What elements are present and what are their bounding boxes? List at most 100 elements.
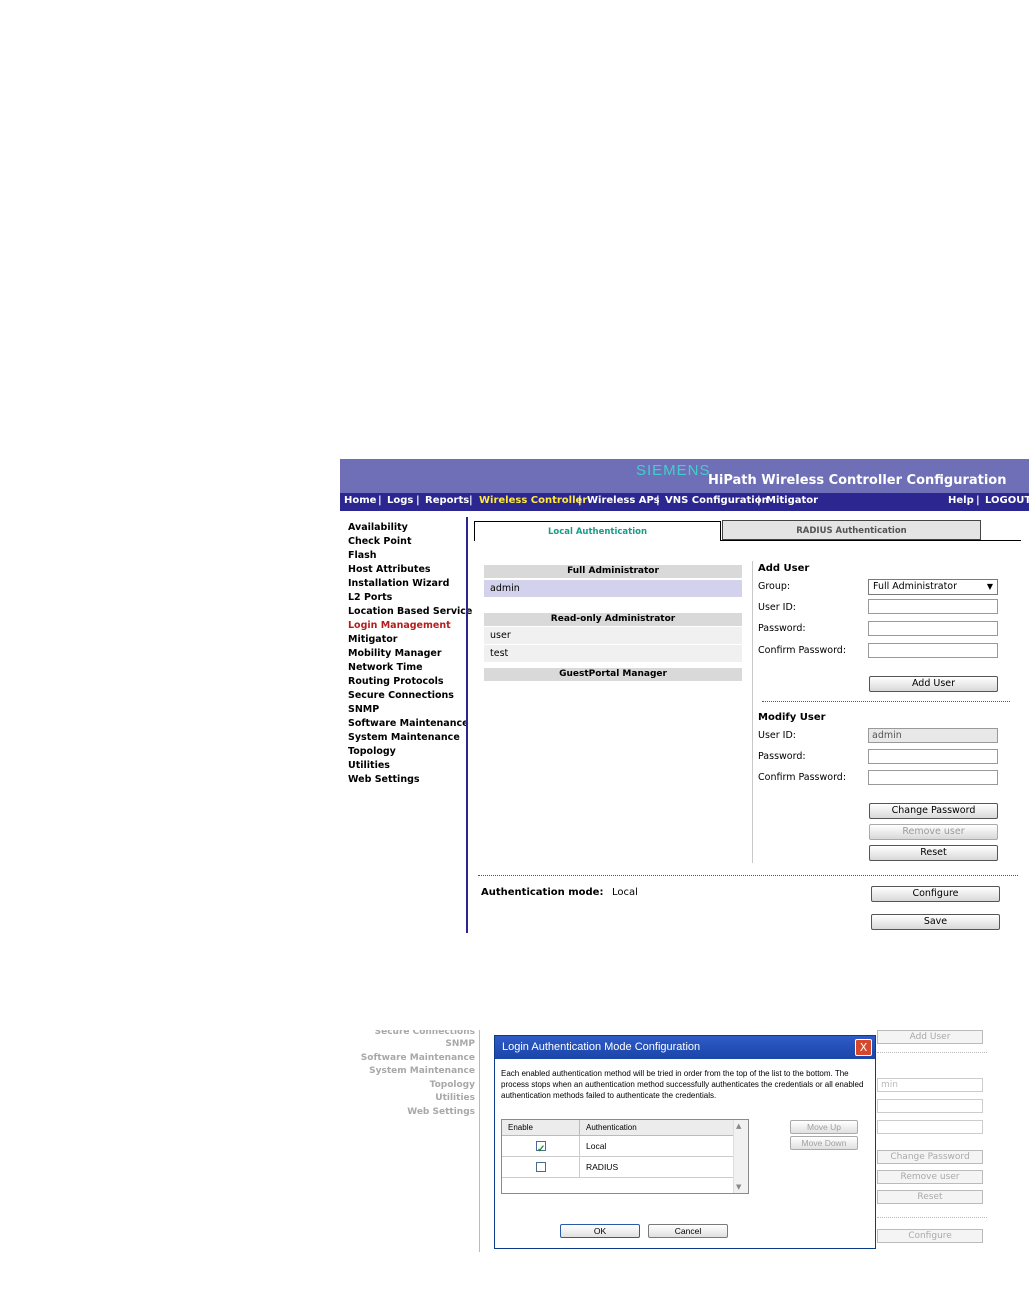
reset-button[interactable]: Reset — [869, 845, 998, 861]
bg-sidebar-item: SNMP — [445, 1039, 475, 1049]
group-header-full-administrator: Full Administrator — [484, 565, 742, 578]
footer-divider — [478, 875, 1018, 876]
move-down-button: Move Down — [790, 1136, 858, 1150]
scroll-up-icon[interactable]: ▲ — [736, 1122, 741, 1130]
add-confirm-password-input[interactable] — [868, 643, 998, 658]
nav-mitigator[interactable]: Mitigator — [766, 495, 818, 506]
tab-local-authentication[interactable]: Local Authentication — [474, 521, 721, 541]
nav-separator: | — [378, 495, 382, 506]
sidebar: Availability Check Point Flash Host Attr… — [348, 521, 472, 787]
add-user-button[interactable]: Add User — [869, 676, 998, 692]
bg-divider — [877, 1052, 987, 1053]
sidebar-item-location-based-service[interactable]: Location Based Service — [348, 605, 472, 619]
sidebar-item-snmp[interactable]: SNMP — [348, 703, 468, 717]
bg-userid-field: min — [877, 1078, 983, 1092]
sidebar-item-flash[interactable]: Flash — [348, 549, 468, 563]
add-user-heading: Add User — [758, 563, 810, 574]
dialog-description: Each enabled authentication method will … — [501, 1069, 864, 1100]
modify-userid-input: admin — [868, 728, 998, 743]
sidebar-item-mitigator[interactable]: Mitigator — [348, 633, 468, 647]
controller-config-screen: SIEMENS HiPath Wireless Controller Confi… — [340, 459, 1031, 935]
sidebar-item-host-attributes[interactable]: Host Attributes — [348, 563, 468, 577]
sidebar-item-check-point[interactable]: Check Point — [348, 535, 468, 549]
bg-sidebar-item: Secure Connections — [374, 1030, 475, 1037]
sidebar-divider — [466, 517, 468, 933]
bg-sidebar-item: Utilities — [435, 1093, 475, 1103]
cancel-button[interactable]: Cancel — [648, 1224, 728, 1238]
sidebar-item-network-time[interactable]: Network Time — [348, 661, 468, 675]
nav-vns-configuration[interactable]: VNS Configuration — [665, 495, 769, 506]
sidebar-item-routing-protocols[interactable]: Routing Protocols — [348, 675, 468, 689]
modify-password-label: Password: — [758, 751, 806, 762]
sidebar-item-secure-connections[interactable]: Secure Connections — [348, 689, 468, 703]
tab-radius-authentication[interactable]: RADIUS Authentication — [722, 520, 981, 540]
table-row-radius-enable-cell — [502, 1157, 580, 1178]
nav-separator: | — [656, 495, 660, 506]
save-button[interactable]: Save — [871, 914, 1000, 930]
user-row-admin[interactable]: admin — [484, 580, 742, 597]
group-select-value: Full Administrator — [873, 581, 958, 592]
nav-logs[interactable]: Logs — [387, 495, 413, 506]
bg-confirm-field — [877, 1120, 983, 1134]
sidebar-item-l2-ports[interactable]: L2 Ports — [348, 591, 468, 605]
nav-wireless-aps[interactable]: Wireless APs — [587, 495, 660, 506]
tab-underline — [721, 540, 1021, 541]
change-password-button[interactable]: Change Password — [869, 803, 998, 819]
auth-mode-dialog-screen: Secure Connections SNMP Software Mainten… — [357, 1030, 987, 1254]
add-userid-label: User ID: — [758, 602, 796, 613]
auth-methods-table: Enable Authentication ✓ Local RADIUS ▲ ▼ — [501, 1119, 749, 1194]
add-confirm-password-label: Confirm Password: — [758, 645, 847, 656]
add-userid-input[interactable] — [868, 599, 998, 614]
background-sidebar: Secure Connections SNMP Software Mainten… — [357, 1030, 475, 1119]
ok-button[interactable]: OK — [560, 1224, 640, 1238]
bg-sidebar-item: System Maintenance — [369, 1066, 475, 1076]
top-nav: Home | Logs | Reports | Wireless Control… — [340, 493, 1031, 511]
group-header-guestportal-manager: GuestPortal Manager — [484, 668, 742, 681]
bg-change-password-button: Change Password — [877, 1150, 983, 1164]
table-row-radius[interactable]: RADIUS — [580, 1157, 734, 1178]
bg-sidebar-item: Web Settings — [407, 1106, 475, 1117]
remove-user-button: Remove user — [869, 824, 998, 840]
bg-add-user-button: Add User — [877, 1030, 983, 1044]
configure-button[interactable]: Configure — [871, 886, 1000, 902]
add-password-input[interactable] — [868, 621, 998, 636]
nav-help[interactable]: Help — [948, 495, 974, 506]
sidebar-item-utilities[interactable]: Utilities — [348, 759, 468, 773]
sidebar-item-login-management[interactable]: Login Management — [348, 619, 468, 633]
sidebar-item-system-maintenance[interactable]: System Maintenance — [348, 731, 468, 745]
table-row-local[interactable]: Local — [580, 1136, 734, 1157]
sidebar-item-topology[interactable]: Topology — [348, 745, 468, 759]
nav-separator: | — [757, 495, 761, 506]
siemens-logo: SIEMENS — [636, 462, 711, 479]
local-enable-checkbox[interactable]: ✓ — [536, 1141, 546, 1155]
nav-home[interactable]: Home — [344, 495, 376, 506]
sidebar-item-software-maintenance[interactable]: Software Maintenance — [348, 717, 469, 731]
user-row-user[interactable]: user — [484, 627, 742, 644]
bg-configure-button: Configure — [877, 1229, 983, 1243]
nav-reports[interactable]: Reports — [425, 495, 469, 506]
sidebar-item-installation-wizard[interactable]: Installation Wizard — [348, 577, 468, 591]
scroll-down-icon[interactable]: ▼ — [736, 1183, 741, 1191]
user-row-test[interactable]: test — [484, 645, 742, 662]
bg-password-field — [877, 1099, 983, 1113]
panel-divider — [752, 561, 753, 863]
nav-separator: | — [416, 495, 420, 506]
close-icon[interactable]: X — [855, 1039, 872, 1056]
chevron-down-icon: ▼ — [986, 582, 993, 591]
table-row-local-enable-cell: ✓ — [502, 1136, 580, 1157]
modify-password-input[interactable] — [868, 749, 998, 764]
table-scrollbar[interactable]: ▲ ▼ — [733, 1120, 748, 1193]
modify-confirm-password-label: Confirm Password: — [758, 772, 847, 783]
sidebar-item-availability[interactable]: Availability — [348, 521, 468, 535]
sidebar-item-mobility-manager[interactable]: Mobility Manager — [348, 647, 468, 661]
nav-wireless-controller[interactable]: Wireless Controller — [479, 495, 587, 506]
app-title: HiPath Wireless Controller Configuration — [708, 473, 1007, 488]
modify-confirm-password-input[interactable] — [868, 770, 998, 785]
group-select[interactable]: Full Administrator ▼ — [868, 579, 998, 595]
add-password-label: Password: — [758, 623, 806, 634]
column-header-enable: Enable — [502, 1120, 580, 1136]
sidebar-item-web-settings[interactable]: Web Settings — [348, 773, 468, 787]
nav-separator: | — [578, 495, 582, 506]
nav-logout[interactable]: LOGOUT — [985, 495, 1031, 506]
radius-enable-checkbox[interactable] — [536, 1162, 546, 1172]
